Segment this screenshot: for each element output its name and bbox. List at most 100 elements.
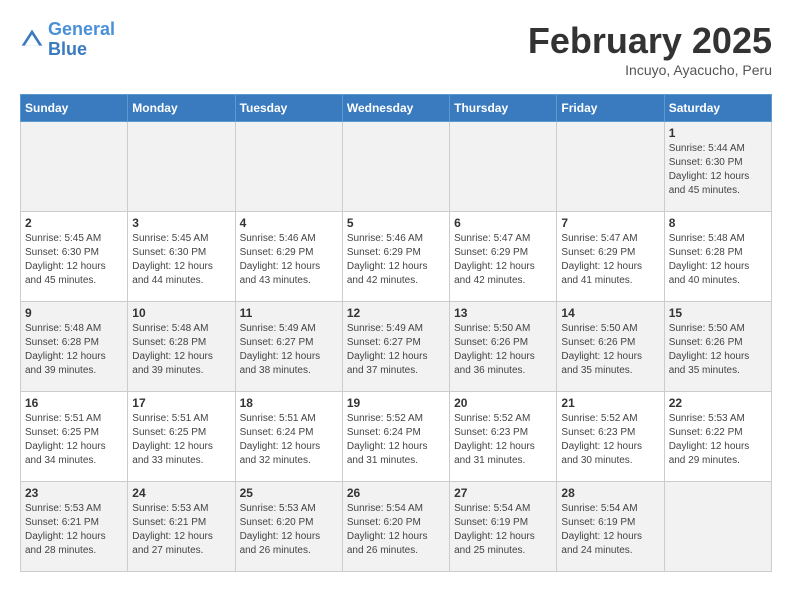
day-info: Sunrise: 5:47 AM Sunset: 6:29 PM Dayligh…	[454, 232, 552, 288]
day-number: 2	[25, 216, 123, 230]
day-number: 22	[669, 396, 767, 410]
header-day-friday: Friday	[557, 95, 664, 122]
calendar-cell: 15Sunrise: 5:50 AM Sunset: 6:26 PM Dayli…	[664, 302, 771, 392]
day-number: 10	[132, 306, 230, 320]
calendar-cell	[450, 122, 557, 212]
logo: General Blue	[20, 20, 115, 60]
calendar-cell: 17 Sunrise: 5:51 AM Sunset: 6:25 PM Dayli…	[128, 392, 235, 482]
calendar-cell: 26Sunrise: 5:54 AM Sunset: 6:20 PM Dayli…	[342, 482, 449, 572]
day-info: Sunrise: 5:53 AM Sunset: 6:21 PM Dayligh…	[25, 502, 123, 558]
calendar-cell: 12 Sunrise: 5:49 AM Sunset: 6:27 PM Dayli…	[342, 302, 449, 392]
day-number: 3	[132, 216, 230, 230]
header-day-thursday: Thursday	[450, 95, 557, 122]
logo-icon	[20, 28, 44, 52]
title-area: February 2025 Incuyo, Ayacucho, Peru	[528, 20, 772, 78]
header: General Blue February 2025 Incuyo, Ayacu…	[20, 20, 772, 78]
calendar: SundayMondayTuesdayWednesdayThursdayFrid…	[20, 94, 772, 572]
day-info: Sunrise: 5:49 AM Sunset: 6:27 PM Dayligh…	[347, 322, 445, 378]
calendar-cell	[664, 482, 771, 572]
day-info: Sunrise: 5:52 AM Sunset: 6:24 PM Dayligh…	[347, 412, 445, 468]
day-info: Sunrise: 5:50 AM Sunset: 6:26 PM Dayligh…	[561, 322, 659, 378]
calendar-cell: 1 Sunrise: 5:44 AM Sunset: 6:30 PM Daylig…	[664, 122, 771, 212]
calendar-cell: 21Sunrise: 5:52 AM Sunset: 6:23 PM Dayli…	[557, 392, 664, 482]
calendar-cell: 16Sunrise: 5:51 AM Sunset: 6:25 PM Dayli…	[21, 392, 128, 482]
calendar-cell	[342, 122, 449, 212]
calendar-week-2: 2 Sunrise: 5:45 AM Sunset: 6:30 PM Daylig…	[21, 212, 772, 302]
calendar-cell: 4 Sunrise: 5:46 AM Sunset: 6:29 PM Daylig…	[235, 212, 342, 302]
day-info: Sunrise: 5:51 AM Sunset: 6:24 PM Dayligh…	[240, 412, 338, 468]
day-info: Sunrise: 5:48 AM Sunset: 6:28 PM Dayligh…	[25, 322, 123, 378]
calendar-cell: 24 Sunrise: 5:53 AM Sunset: 6:21 PM Dayli…	[128, 482, 235, 572]
day-number: 11	[240, 306, 338, 320]
day-info: Sunrise: 5:52 AM Sunset: 6:23 PM Dayligh…	[454, 412, 552, 468]
day-number: 27	[454, 486, 552, 500]
day-number: 1	[669, 126, 767, 140]
day-number: 26	[347, 486, 445, 500]
calendar-cell: 28 Sunrise: 5:54 AM Sunset: 6:19 PM Dayli…	[557, 482, 664, 572]
calendar-cell: 18 Sunrise: 5:51 AM Sunset: 6:24 PM Dayli…	[235, 392, 342, 482]
calendar-cell: 5 Sunrise: 5:46 AM Sunset: 6:29 PM Daylig…	[342, 212, 449, 302]
calendar-cell: 23 Sunrise: 5:53 AM Sunset: 6:21 PM Dayli…	[21, 482, 128, 572]
day-number: 16	[25, 396, 123, 410]
day-number: 23	[25, 486, 123, 500]
day-info: Sunrise: 5:54 AM Sunset: 6:19 PM Dayligh…	[561, 502, 659, 558]
day-info: Sunrise: 5:51 AM Sunset: 6:25 PM Dayligh…	[132, 412, 230, 468]
day-info: Sunrise: 5:45 AM Sunset: 6:30 PM Dayligh…	[25, 232, 123, 288]
header-day-sunday: Sunday	[21, 95, 128, 122]
day-number: 8	[669, 216, 767, 230]
calendar-cell: 7 Sunrise: 5:47 AM Sunset: 6:29 PM Daylig…	[557, 212, 664, 302]
calendar-cell	[21, 122, 128, 212]
calendar-week-3: 9 Sunrise: 5:48 AM Sunset: 6:28 PM Daylig…	[21, 302, 772, 392]
day-number: 7	[561, 216, 659, 230]
calendar-header-row: SundayMondayTuesdayWednesdayThursdayFrid…	[21, 95, 772, 122]
day-number: 18	[240, 396, 338, 410]
day-number: 24	[132, 486, 230, 500]
day-number: 21	[561, 396, 659, 410]
day-info: Sunrise: 5:53 AM Sunset: 6:21 PM Dayligh…	[132, 502, 230, 558]
calendar-cell: 6 Sunrise: 5:47 AM Sunset: 6:29 PM Daylig…	[450, 212, 557, 302]
logo-text: General Blue	[48, 20, 115, 60]
calendar-cell: 14 Sunrise: 5:50 AM Sunset: 6:26 PM Dayli…	[557, 302, 664, 392]
day-info: Sunrise: 5:53 AM Sunset: 6:20 PM Dayligh…	[240, 502, 338, 558]
day-info: Sunrise: 5:47 AM Sunset: 6:29 PM Dayligh…	[561, 232, 659, 288]
calendar-cell: 13Sunrise: 5:50 AM Sunset: 6:26 PM Dayli…	[450, 302, 557, 392]
day-number: 9	[25, 306, 123, 320]
header-day-tuesday: Tuesday	[235, 95, 342, 122]
calendar-cell	[128, 122, 235, 212]
day-info: Sunrise: 5:46 AM Sunset: 6:29 PM Dayligh…	[240, 232, 338, 288]
day-info: Sunrise: 5:48 AM Sunset: 6:28 PM Dayligh…	[669, 232, 767, 288]
calendar-cell: 20 Sunrise: 5:52 AM Sunset: 6:23 PM Dayli…	[450, 392, 557, 482]
calendar-week-4: 16 Sunrise: 5:51 AM Sunset: 6:25 PM Dayli…	[21, 392, 772, 482]
calendar-cell	[557, 122, 664, 212]
calendar-week-1: 1 Sunrise: 5:44 AM Sunset: 6:30 PM Daylig…	[21, 122, 772, 212]
day-info: Sunrise: 5:45 AM Sunset: 6:30 PM Dayligh…	[132, 232, 230, 288]
day-info: Sunrise: 5:54 AM Sunset: 6:19 PM Dayligh…	[454, 502, 552, 558]
day-number: 4	[240, 216, 338, 230]
day-number: 15	[669, 306, 767, 320]
calendar-cell: 27 Sunrise: 5:54 AM Sunset: 6:19 PM Dayli…	[450, 482, 557, 572]
day-info: Sunrise: 5:50 AM Sunset: 6:26 PM Dayligh…	[454, 322, 552, 378]
day-info: Sunrise: 5:46 AM Sunset: 6:29 PM Dayligh…	[347, 232, 445, 288]
day-info: Sunrise: 5:48 AM Sunset: 6:28 PM Dayligh…	[132, 322, 230, 378]
day-info: Sunrise: 5:53 AM Sunset: 6:22 PM Dayligh…	[669, 412, 767, 468]
day-number: 5	[347, 216, 445, 230]
calendar-cell: 8 Sunrise: 5:48 AM Sunset: 6:28 PM Daylig…	[664, 212, 771, 302]
day-number: 19	[347, 396, 445, 410]
calendar-cell: 10 Sunrise: 5:48 AM Sunset: 6:28 PM Dayli…	[128, 302, 235, 392]
day-number: 14	[561, 306, 659, 320]
day-number: 12	[347, 306, 445, 320]
day-number: 20	[454, 396, 552, 410]
day-info: Sunrise: 5:49 AM Sunset: 6:27 PM Dayligh…	[240, 322, 338, 378]
header-day-wednesday: Wednesday	[342, 95, 449, 122]
calendar-cell: 25Sunrise: 5:53 AM Sunset: 6:20 PM Dayli…	[235, 482, 342, 572]
day-info: Sunrise: 5:44 AM Sunset: 6:30 PM Dayligh…	[669, 142, 767, 198]
calendar-cell: 9 Sunrise: 5:48 AM Sunset: 6:28 PM Daylig…	[21, 302, 128, 392]
calendar-body: 1 Sunrise: 5:44 AM Sunset: 6:30 PM Daylig…	[21, 122, 772, 572]
month-title: February 2025	[528, 20, 772, 62]
calendar-cell: 22 Sunrise: 5:53 AM Sunset: 6:22 PM Dayli…	[664, 392, 771, 482]
day-number: 6	[454, 216, 552, 230]
calendar-cell: 3 Sunrise: 5:45 AM Sunset: 6:30 PM Daylig…	[128, 212, 235, 302]
subtitle: Incuyo, Ayacucho, Peru	[528, 62, 772, 78]
day-number: 28	[561, 486, 659, 500]
day-number: 17	[132, 396, 230, 410]
